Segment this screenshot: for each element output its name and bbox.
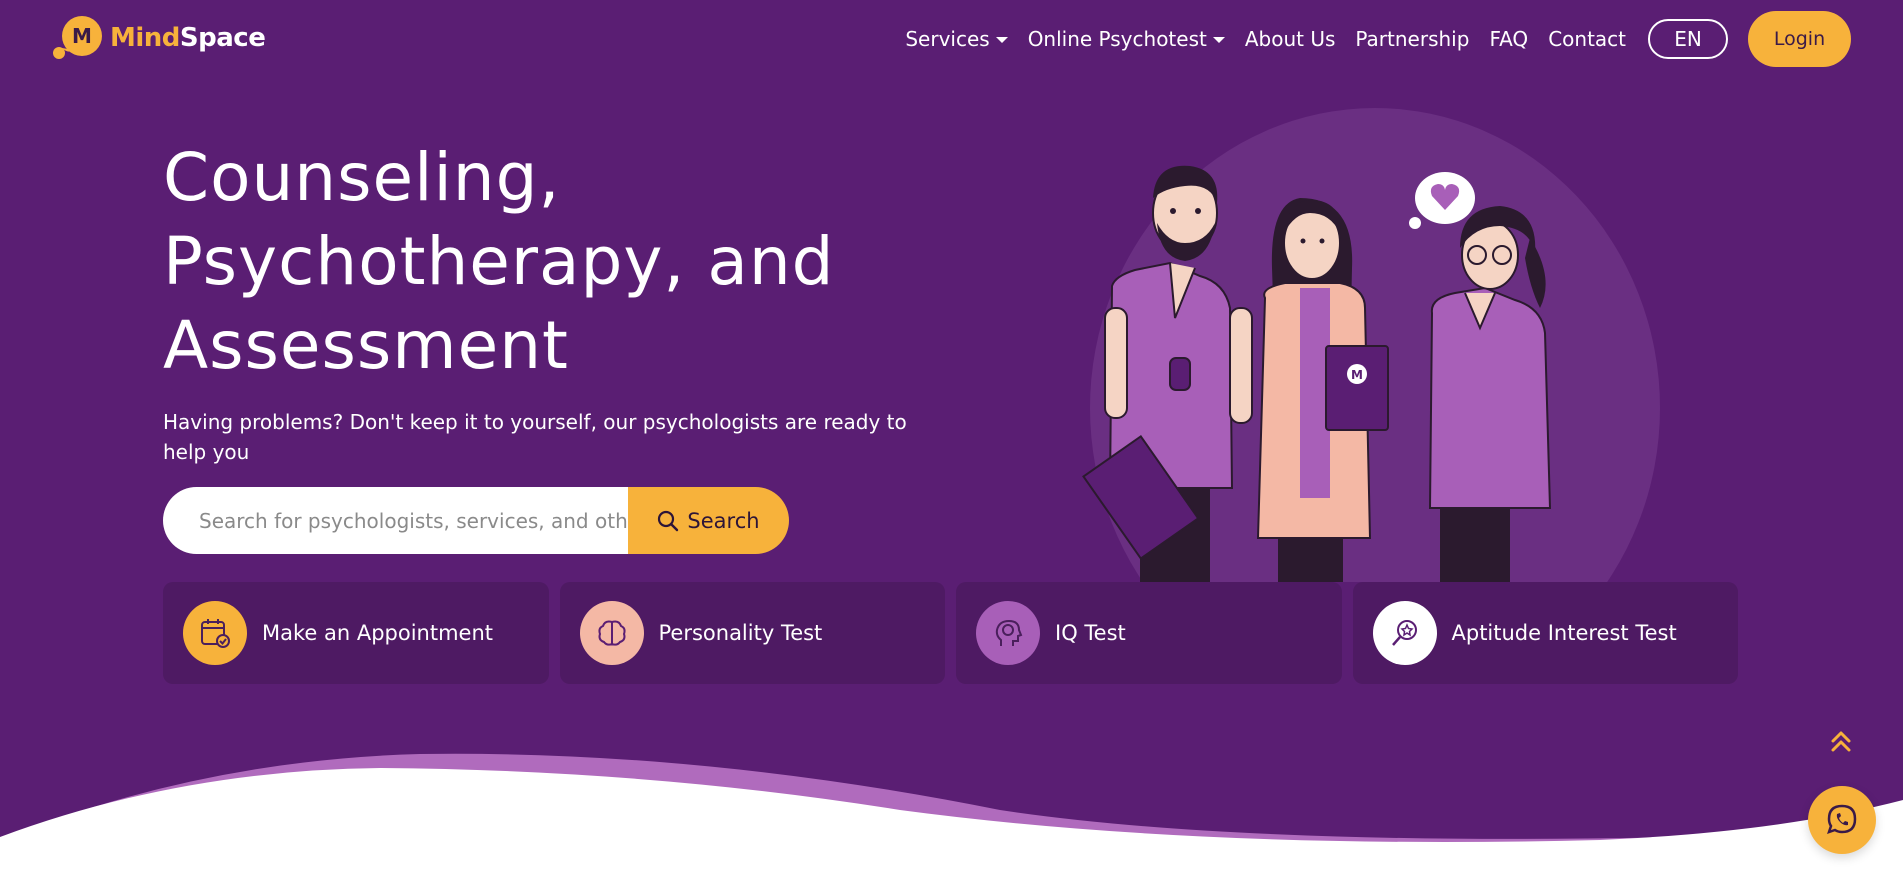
nav-item-contact[interactable]: Contact (1548, 27, 1626, 51)
brain-icon (579, 601, 644, 665)
head-brain-icon (976, 601, 1040, 665)
star-magnifier-icon (1372, 601, 1437, 665)
nav-item-label: FAQ (1489, 27, 1529, 51)
card-label: IQ Test (1055, 621, 1126, 645)
headline-line: Assessment (163, 307, 569, 384)
wave-divider (0, 753, 1903, 892)
card-label: Personality Test (658, 621, 823, 645)
logo-text: MindSpace (110, 23, 266, 53)
nav-item-label: Services (905, 27, 990, 51)
logo-mark-icon: M (50, 14, 106, 62)
search-bar: Search (163, 487, 789, 554)
caret-down-icon (1212, 37, 1225, 43)
scroll-top-button[interactable] (1826, 727, 1856, 757)
search-input[interactable] (163, 487, 628, 554)
search-button[interactable]: Search (628, 487, 789, 554)
main-nav: Services Online Psychotest About Us Part… (905, 11, 1851, 67)
whatsapp-icon (1827, 804, 1857, 834)
card-make-appointment[interactable]: Make an Appointment (163, 582, 549, 684)
hero-subline: Having problems? Don't keep it to yourse… (163, 410, 907, 464)
whatsapp-chat-button[interactable] (1808, 786, 1876, 854)
hero-illustration: M (1060, 108, 1660, 708)
calendar-check-icon (183, 601, 247, 665)
site-header: M MindSpace Services Online Psychotest A… (0, 0, 1903, 78)
card-aptitude-interest-test[interactable]: Aptitude Interest Test (1352, 582, 1738, 684)
nav-item-partnership[interactable]: Partnership (1355, 27, 1469, 51)
nav-item-label: Contact (1548, 27, 1626, 51)
logo-text-space: Space (179, 23, 266, 53)
nav-item-label: About Us (1244, 27, 1336, 51)
search-icon (658, 510, 679, 531)
quick-links: Make an Appointment Personality Test IQ … (163, 582, 1738, 684)
illustration-badge-letter: M (1351, 368, 1363, 382)
search-button-label: Search (687, 508, 760, 533)
card-label: Make an Appointment (262, 621, 494, 645)
logo-text-mind: Mind (110, 23, 180, 53)
card-personality-test[interactable]: Personality Test (559, 582, 945, 684)
card-iq-test[interactable]: IQ Test (956, 582, 1342, 684)
nav-item-label: Online Psychotest (1027, 27, 1207, 51)
language-button[interactable]: EN (1648, 19, 1728, 59)
double-chevron-up-icon (1831, 731, 1851, 752)
hero-headline: Counseling, Psychotherapy, and Assessmen… (163, 136, 883, 388)
logo-letter: M (72, 24, 92, 48)
headline-line: Psychotherapy, and (163, 223, 835, 300)
nav-item-faq[interactable]: FAQ (1489, 27, 1528, 51)
nav-item-about-us[interactable]: About Us (1245, 27, 1336, 51)
hero-section: M MindSpace Services Online Psychotest A… (0, 0, 1903, 892)
nav-item-online-psychotest[interactable]: Online Psychotest (1028, 27, 1225, 51)
headline-line: Counseling, (163, 139, 561, 216)
login-button[interactable]: Login (1748, 11, 1851, 67)
caret-down-icon (995, 37, 1008, 43)
nav-item-label: Partnership (1355, 27, 1470, 51)
logo[interactable]: M MindSpace (50, 14, 266, 62)
nav-item-services[interactable]: Services (905, 27, 1008, 51)
card-label: Aptitude Interest Test (1451, 621, 1677, 645)
